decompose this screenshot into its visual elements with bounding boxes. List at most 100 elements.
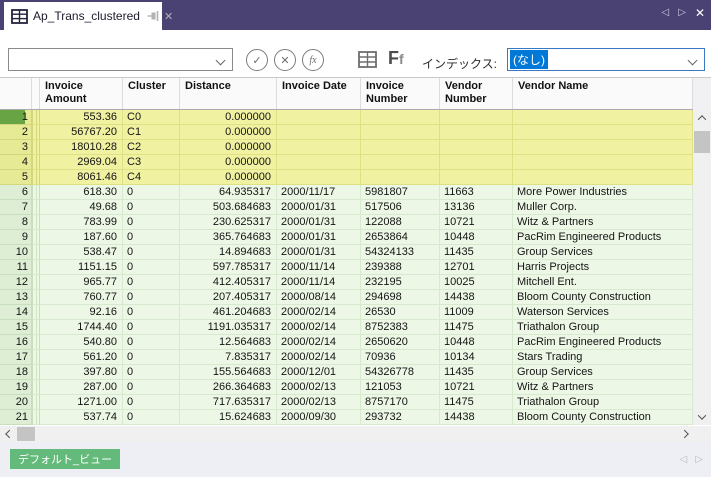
cell-vendor_name[interactable] xyxy=(513,170,693,185)
cell-cluster[interactable]: 0 xyxy=(123,365,180,380)
cell-vendor_number[interactable]: 11435 xyxy=(440,365,513,380)
row-number[interactable]: 4 xyxy=(0,155,32,170)
cell-cluster[interactable]: 0 xyxy=(123,410,180,425)
cell-amount[interactable]: 1151.15 xyxy=(40,260,123,275)
cell-vendor_name[interactable]: Triathalon Group xyxy=(513,320,693,335)
row-number[interactable]: 11 xyxy=(0,260,32,275)
cell-date[interactable]: 2000/08/14 xyxy=(277,290,361,305)
cell-distance[interactable]: 1191.035317 xyxy=(180,320,277,335)
scroll-down-button[interactable] xyxy=(693,409,711,425)
cell-distance[interactable]: 365.764683 xyxy=(180,230,277,245)
scroll-up-button[interactable] xyxy=(693,110,711,126)
cell-distance[interactable]: 0.000000 xyxy=(180,170,277,185)
cell-vendor_number[interactable]: 11663 xyxy=(440,185,513,200)
row-number[interactable]: 6 xyxy=(0,185,32,200)
cell-invoice_number[interactable]: 121053 xyxy=(361,380,440,395)
cell-vendor_name[interactable]: PacRim Engineered Products xyxy=(513,230,693,245)
column-header-amount[interactable]: Invoice Amount xyxy=(40,78,123,109)
cell-cluster[interactable]: 0 xyxy=(123,335,180,350)
row-number[interactable]: 19 xyxy=(0,380,32,395)
cell-invoice_number[interactable]: 5981807 xyxy=(361,185,440,200)
cell-invoice_number[interactable]: 294698 xyxy=(361,290,440,305)
cell-amount[interactable]: 618.30 xyxy=(40,185,123,200)
cell-date[interactable]: 2000/02/13 xyxy=(277,395,361,410)
cell-vendor_number[interactable]: 10721 xyxy=(440,215,513,230)
cell-cluster[interactable]: 0 xyxy=(123,245,180,260)
row-number[interactable]: 20 xyxy=(0,395,32,410)
cell-vendor_name[interactable]: Triathalon Group xyxy=(513,395,693,410)
horizontal-scrollbar[interactable] xyxy=(0,426,693,442)
cell-date[interactable]: 2000/02/14 xyxy=(277,350,361,365)
cell-amount[interactable]: 397.80 xyxy=(40,365,123,380)
cell-distance[interactable]: 0.000000 xyxy=(180,110,277,125)
cell-invoice_number[interactable]: 122088 xyxy=(361,215,440,230)
cell-distance[interactable]: 597.785317 xyxy=(180,260,277,275)
column-header-cluster[interactable]: Cluster xyxy=(123,78,180,109)
cell-date[interactable]: 2000/09/30 xyxy=(277,410,361,425)
cell-cluster[interactable]: C0 xyxy=(123,110,180,125)
column-header-date[interactable]: Invoice Date xyxy=(277,78,361,109)
cell-vendor_name[interactable]: Stars Trading xyxy=(513,350,693,365)
cell-date[interactable] xyxy=(277,140,361,155)
cell-vendor_name[interactable]: PacRim Engineered Products xyxy=(513,335,693,350)
cell-vendor_number[interactable]: 13136 xyxy=(440,200,513,215)
column-header-vendor_name[interactable]: Vendor Name xyxy=(513,78,693,109)
cell-invoice_number[interactable] xyxy=(361,110,440,125)
cell-amount[interactable]: 56767.20 xyxy=(40,125,123,140)
cell-vendor_number[interactable]: 10721 xyxy=(440,380,513,395)
cell-amount[interactable]: 1271.00 xyxy=(40,395,123,410)
cell-distance[interactable]: 64.935317 xyxy=(180,185,277,200)
cell-vendor_name[interactable]: Waterson Services xyxy=(513,305,693,320)
cell-amount[interactable]: 187.60 xyxy=(40,230,123,245)
cell-date[interactable]: 2000/11/17 xyxy=(277,185,361,200)
row-number[interactable]: 21 xyxy=(0,410,32,425)
nav-back-icon[interactable]: ◁ xyxy=(662,8,670,18)
cell-date[interactable]: 2000/01/31 xyxy=(277,200,361,215)
pin-icon[interactable] xyxy=(147,10,160,22)
cell-distance[interactable]: 0.000000 xyxy=(180,140,277,155)
cell-distance[interactable]: 503.684683 xyxy=(180,200,277,215)
cell-invoice_number[interactable]: 54324133 xyxy=(361,245,440,260)
row-number[interactable]: 7 xyxy=(0,200,32,215)
cell-distance[interactable]: 0.000000 xyxy=(180,155,277,170)
cell-vendor_number[interactable]: 14438 xyxy=(440,290,513,305)
scroll-left-button[interactable] xyxy=(0,426,15,442)
cell-date[interactable]: 2000/11/14 xyxy=(277,275,361,290)
cell-vendor_number[interactable]: 11435 xyxy=(440,245,513,260)
column-header-distance[interactable]: Distance xyxy=(180,78,277,109)
cell-cluster[interactable]: 0 xyxy=(123,200,180,215)
row-number[interactable]: 18 xyxy=(0,365,32,380)
equation-editor-button[interactable]: fx xyxy=(302,49,324,71)
vertical-scroll-thumb[interactable] xyxy=(694,131,710,153)
cell-cluster[interactable]: 0 xyxy=(123,215,180,230)
field-view-icon[interactable] xyxy=(358,51,377,68)
cell-amount[interactable]: 49.68 xyxy=(40,200,123,215)
cell-date[interactable]: 2000/02/14 xyxy=(277,320,361,335)
cell-invoice_number[interactable]: 54326778 xyxy=(361,365,440,380)
row-number[interactable]: 14 xyxy=(0,305,32,320)
apply-criteria-button[interactable]: ✓ xyxy=(246,49,268,71)
cell-vendor_name[interactable]: Bloom County Construction xyxy=(513,410,693,425)
cell-distance[interactable]: 717.635317 xyxy=(180,395,277,410)
cell-amount[interactable]: 92.16 xyxy=(40,305,123,320)
cell-amount[interactable]: 561.20 xyxy=(40,350,123,365)
cell-amount[interactable]: 287.00 xyxy=(40,380,123,395)
cell-distance[interactable]: 14.894683 xyxy=(180,245,277,260)
cell-invoice_number[interactable]: 26530 xyxy=(361,305,440,320)
cell-cluster[interactable]: 0 xyxy=(123,305,180,320)
view-forward-icon[interactable]: ▷ xyxy=(695,455,703,465)
cell-cluster[interactable]: 0 xyxy=(123,395,180,410)
cell-vendor_number[interactable]: 11475 xyxy=(440,320,513,335)
cell-vendor_number[interactable]: 11009 xyxy=(440,305,513,320)
cell-cluster[interactable]: 0 xyxy=(123,290,180,305)
cell-vendor_name[interactable] xyxy=(513,125,693,140)
cell-date[interactable]: 2000/01/31 xyxy=(277,230,361,245)
cell-amount[interactable]: 760.77 xyxy=(40,290,123,305)
row-number[interactable]: 16 xyxy=(0,335,32,350)
cell-vendor_number[interactable]: 14438 xyxy=(440,410,513,425)
cell-amount[interactable]: 537.74 xyxy=(40,410,123,425)
cell-invoice_number[interactable]: 2650620 xyxy=(361,335,440,350)
cell-cluster[interactable]: C4 xyxy=(123,170,180,185)
row-number[interactable]: 12 xyxy=(0,275,32,290)
cell-date[interactable]: 2000/01/31 xyxy=(277,245,361,260)
